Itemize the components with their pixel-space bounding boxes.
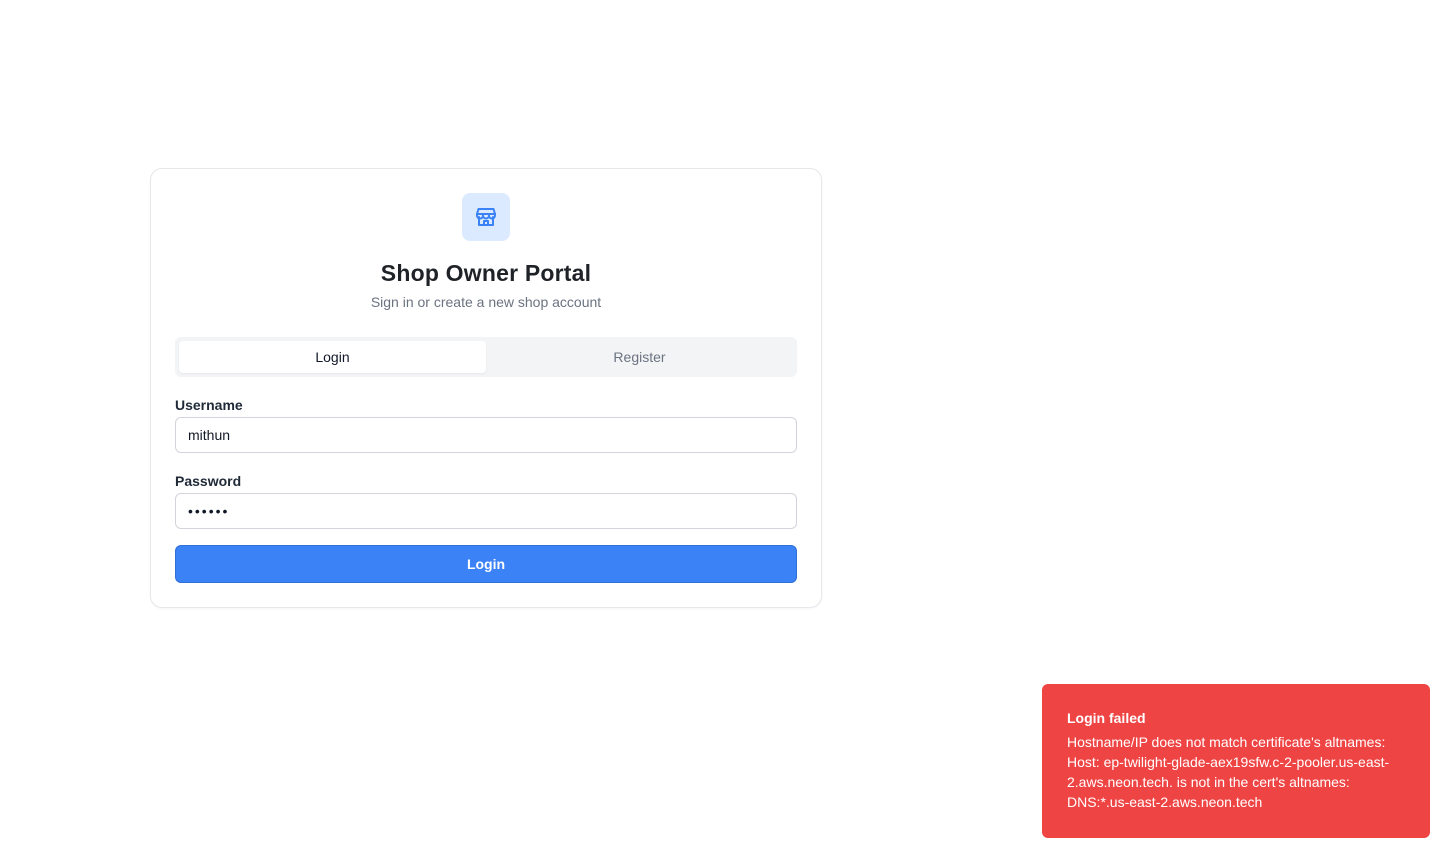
store-icon xyxy=(476,208,496,226)
login-card: Shop Owner Portal Sign in or create a ne… xyxy=(150,168,822,608)
tab-login[interactable]: Login xyxy=(179,341,486,373)
username-value: mithun xyxy=(188,427,231,443)
toast-description: Hostname/IP does not match certificate's… xyxy=(1067,734,1390,810)
page-subtitle: Sign in or create a new shop account xyxy=(370,294,602,310)
tab-register[interactable]: Register xyxy=(486,341,793,373)
username-label: Username xyxy=(175,397,243,413)
error-toast[interactable]: Login failed Hostname/IP does not match … xyxy=(1042,684,1430,838)
login-button[interactable]: Login xyxy=(175,545,797,583)
password-field[interactable]: •••••• xyxy=(175,493,797,529)
toast-title: Login failed xyxy=(1067,710,1146,726)
username-field[interactable]: mithun xyxy=(175,417,797,453)
logo-badge xyxy=(462,193,510,241)
password-label: Password xyxy=(175,473,242,489)
auth-tabs: Login Register xyxy=(175,337,797,377)
password-value: •••••• xyxy=(188,503,230,519)
page-title: Shop Owner Portal xyxy=(380,260,592,286)
